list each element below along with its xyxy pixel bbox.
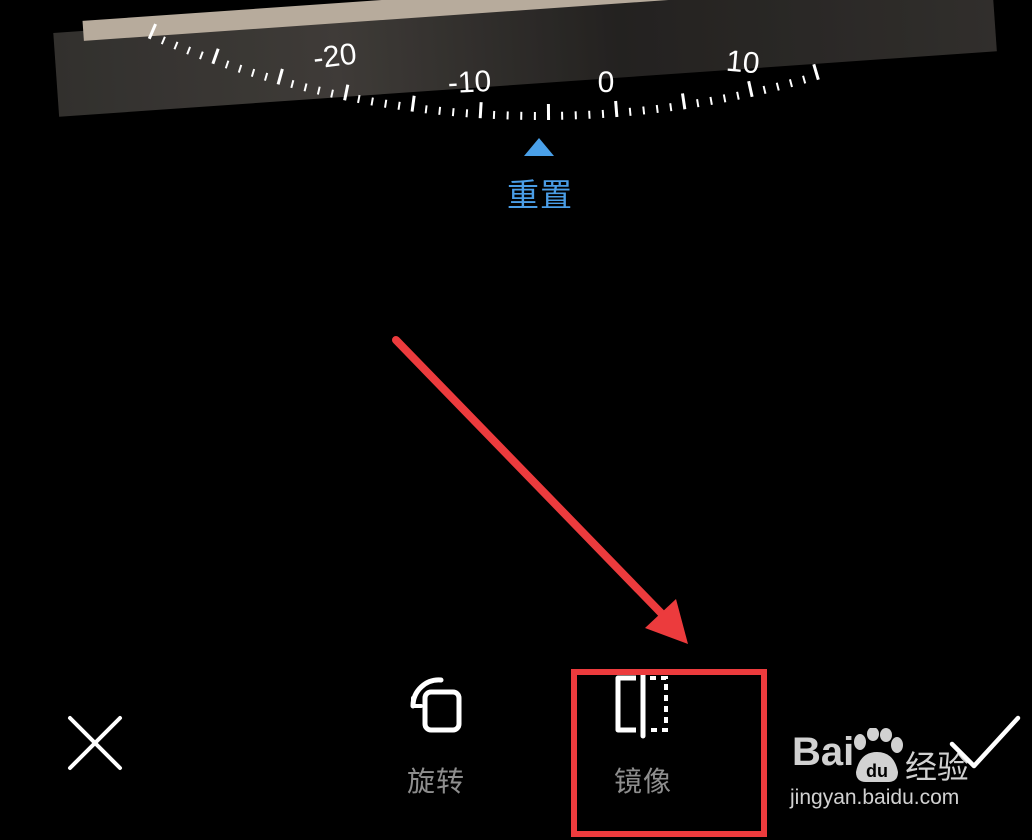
- close-icon: [68, 716, 122, 770]
- dial-tick: [370, 97, 374, 106]
- dial-tick: [438, 106, 442, 115]
- cancel-button[interactable]: [64, 712, 126, 774]
- dial-tick: [263, 72, 269, 81]
- rotate-button[interactable]: 旋转: [395, 670, 477, 800]
- dial-tick: [173, 41, 179, 50]
- dial-tick: [237, 64, 243, 73]
- annotation-highlight-box: [571, 669, 767, 837]
- dial-tick: [357, 94, 361, 104]
- dial-tick: [199, 51, 204, 60]
- dial-tick: [186, 46, 192, 55]
- dial-tick: [224, 60, 230, 69]
- watermark-brand: 经验: [905, 748, 970, 786]
- dial-tick: [276, 68, 284, 85]
- dial-tick: [478, 102, 483, 119]
- baidu-watermark: Bai du 经验 jingyan.baidu.com: [790, 728, 990, 820]
- dial-tick: [812, 63, 820, 81]
- dial-tick: [384, 99, 388, 108]
- dial-tick: [709, 96, 713, 105]
- dial-tick: [628, 107, 632, 116]
- dial-tick: [736, 91, 740, 100]
- dial-tick: [397, 101, 401, 110]
- dial-indicator-icon: [524, 138, 554, 156]
- dial-label-zero: 0: [598, 66, 615, 99]
- dial-tick: [775, 82, 780, 91]
- dial-tick: [451, 108, 455, 117]
- dial-tick: [330, 89, 334, 98]
- dial-tick: [762, 85, 767, 94]
- rotate-label: 旋转: [406, 765, 465, 798]
- dial-label-10: 10: [725, 45, 761, 81]
- dial-tick: [160, 36, 166, 45]
- baidu-paw-icon: du: [854, 728, 903, 782]
- dial-tick: [410, 95, 416, 112]
- reset-button[interactable]: 重置: [500, 170, 580, 216]
- dial-tick: [316, 86, 321, 95]
- dial-tick: [655, 104, 659, 114]
- dial-tick: [788, 79, 793, 88]
- dial-label-minus-10: -10: [447, 65, 492, 100]
- dial-tick: [147, 23, 157, 40]
- dial-label-minus-20: -20: [311, 38, 358, 76]
- dial-tick: [696, 99, 700, 108]
- watermark-logo-text: Bai: [792, 730, 855, 774]
- dial-tick: [250, 68, 256, 77]
- dial-tick: [601, 109, 605, 119]
- dial-tick: [465, 109, 469, 118]
- dial-tick: [343, 84, 350, 101]
- watermark-url: jingyan.baidu.com: [790, 786, 960, 809]
- dial-tick: [642, 106, 646, 115]
- dial-tick: [614, 100, 619, 118]
- dial-tick: [290, 79, 295, 89]
- dial-tick: [303, 83, 308, 92]
- dial-tick: [211, 48, 220, 65]
- dial-tick: [722, 94, 727, 103]
- dial-tick: [424, 105, 428, 114]
- rotate-icon: [410, 677, 462, 733]
- dial-tick: [669, 103, 673, 112]
- dial-tick: [681, 93, 687, 110]
- dial-tick: [802, 75, 807, 84]
- watermark-paw-text: du: [866, 761, 888, 781]
- dial-tick: [747, 80, 754, 98]
